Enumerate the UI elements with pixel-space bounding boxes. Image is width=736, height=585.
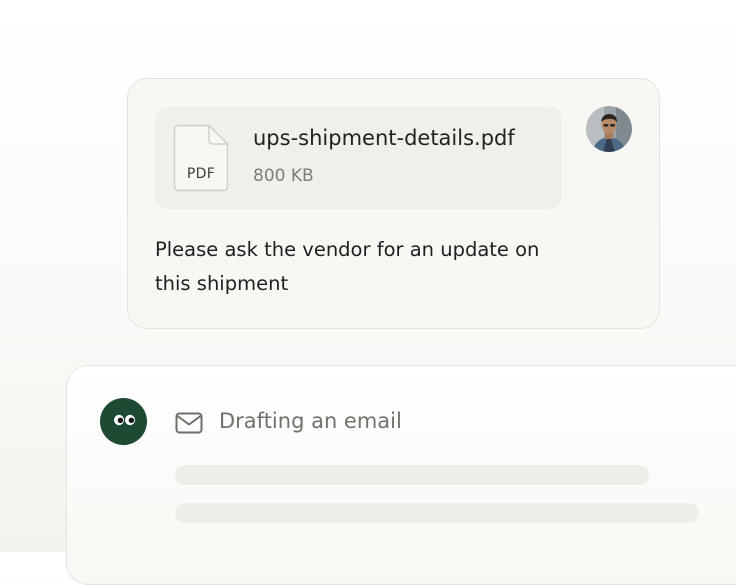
file-attachment[interactable]: PDF ups-shipment-details.pdf 800 KB — [155, 107, 562, 209]
mail-icon — [175, 412, 203, 434]
email-draft-panel: Drafting an email — [66, 365, 736, 585]
drafting-status-label: Drafting an email — [219, 409, 402, 433]
loading-skeleton-line — [175, 503, 699, 523]
message-text: Please ask the vendor for an update on t… — [155, 238, 540, 295]
message-card: PDF ups-shipment-details.pdf 800 KB Plea… — [127, 78, 660, 329]
file-type-label: PDF — [186, 166, 216, 182]
user-avatar — [586, 106, 632, 152]
file-name: ups-shipment-details.pdf — [253, 126, 515, 150]
file-size: 800 KB — [253, 166, 314, 186]
loading-skeleton-line — [175, 465, 649, 485]
assistant-avatar — [100, 398, 147, 445]
pdf-file-icon: PDF — [173, 124, 229, 192]
